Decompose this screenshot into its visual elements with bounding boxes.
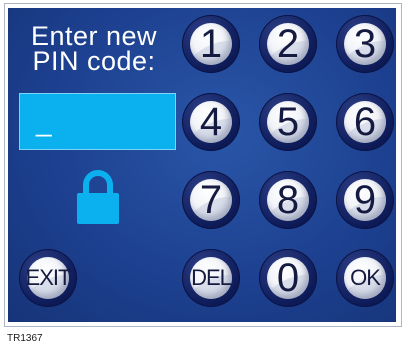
pin-input-field[interactable]: _	[19, 93, 176, 150]
key-4[interactable]: 4	[182, 93, 240, 151]
key-9-label: 9	[353, 178, 377, 222]
key-3-label: 3	[353, 22, 377, 66]
ok-button[interactable]: OK	[336, 249, 394, 307]
exit-button[interactable]: EXIT	[19, 249, 77, 307]
delete-button-label: DEL	[191, 265, 232, 290]
figure-code: TR1367	[7, 333, 43, 344]
pin-input-value: _	[36, 106, 52, 137]
key-2-label: 2	[276, 22, 300, 66]
key-5[interactable]: 5	[259, 93, 317, 151]
key-3[interactable]: 3	[336, 15, 394, 73]
pin-entry-panel: Enter new PIN code: _ 1 2 3 4 5 6 7 8 9 …	[8, 8, 396, 322]
key-1[interactable]: 1	[182, 15, 240, 73]
key-8[interactable]: 8	[259, 171, 317, 229]
lock-icon	[77, 170, 119, 224]
key-7-label: 7	[199, 178, 223, 222]
key-6[interactable]: 6	[336, 93, 394, 151]
pin-prompt: Enter new PIN code:	[8, 23, 180, 76]
key-5-label: 5	[276, 100, 300, 144]
key-9[interactable]: 9	[336, 171, 394, 229]
exit-button-label: EXIT	[25, 265, 72, 290]
delete-button[interactable]: DEL	[182, 249, 240, 307]
key-0-label: 0	[276, 256, 300, 300]
key-2[interactable]: 2	[259, 15, 317, 73]
key-4-label: 4	[199, 100, 223, 144]
key-1-label: 1	[199, 22, 223, 66]
prompt-line-2: PIN code:	[32, 46, 156, 76]
key-7[interactable]: 7	[182, 171, 240, 229]
key-0[interactable]: 0	[259, 249, 317, 307]
ok-button-label: OK	[350, 265, 381, 290]
key-8-label: 8	[276, 178, 300, 222]
key-6-label: 6	[353, 100, 377, 144]
